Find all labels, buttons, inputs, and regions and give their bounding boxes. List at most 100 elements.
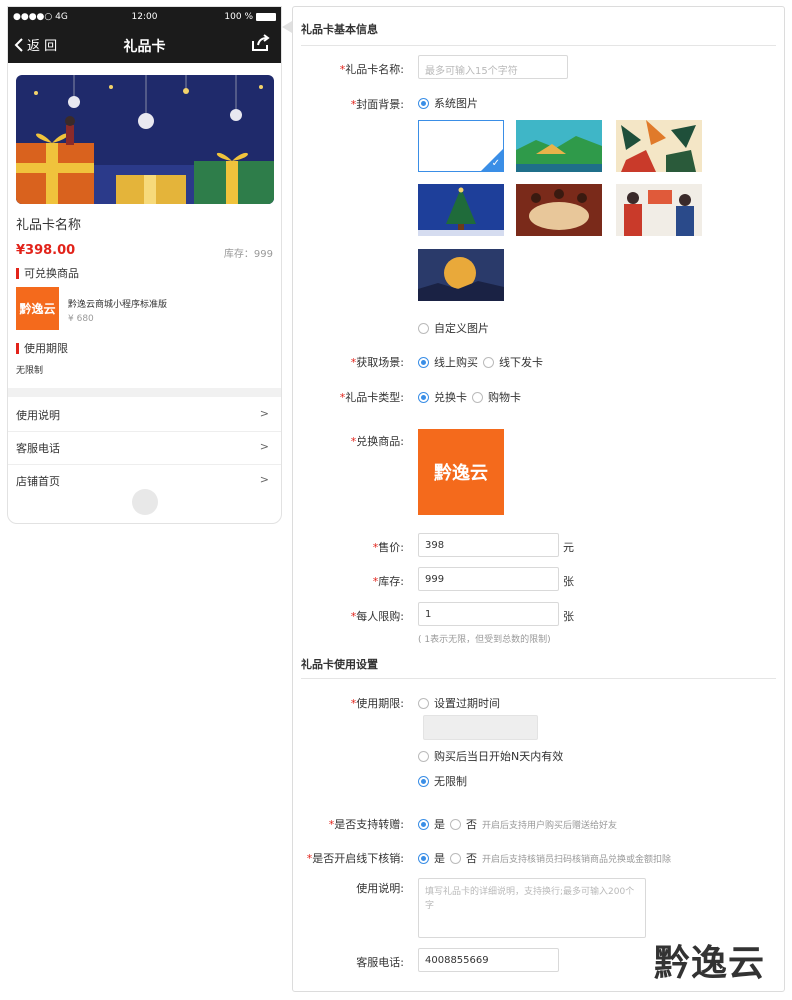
- scene-label: *获取场景:: [350, 356, 404, 369]
- radio-checked-icon[interactable]: [418, 818, 429, 830]
- cover-custom-option[interactable]: 自定义图片: [418, 320, 489, 336]
- row-service-phone[interactable]: 客服电话 >: [8, 432, 281, 465]
- offline-verify-no-label: 否: [466, 852, 477, 865]
- radio-checked-icon: [418, 97, 429, 109]
- limit-input[interactable]: 1: [418, 602, 559, 626]
- battery-label: 100 %: [224, 12, 253, 22]
- check-icon: ✓: [491, 158, 500, 169]
- exchange-section-title: 可兑换商品: [16, 268, 79, 279]
- limit-hint: ( 1表示无限，但受到总数的限制): [418, 635, 551, 645]
- cover-thumb-blank[interactable]: ✓: [418, 120, 504, 172]
- phone-preview: ●●●●○ 4G 12:00 100 % 返 回 礼品卡 礼品卡名称 ¥398.…: [7, 6, 282, 524]
- offline-verify-label: *是否开启线下核销:: [306, 852, 404, 865]
- radio-unchecked-icon[interactable]: [450, 818, 461, 830]
- radio-unchecked-icon: [418, 750, 429, 762]
- offline-verify-options: 是 否 开启后支持核销员扫码核销商品兑换或金额扣除: [418, 850, 671, 866]
- transfer-yes-label: 是: [434, 818, 445, 831]
- period-days-label: 购买后当日开始N天内有效: [434, 750, 564, 763]
- transfer-hint: 开启后支持用户购买后赠送给好友: [482, 820, 618, 831]
- type-shopping-label: 购物卡: [488, 391, 521, 404]
- gift-illustration: [16, 75, 274, 204]
- goods-name: 黔逸云商城小程序标准版: [68, 300, 168, 310]
- cover-custom-label: 自定义图片: [434, 322, 489, 335]
- radio-unchecked-icon[interactable]: [472, 391, 483, 403]
- row-label: 使用说明: [16, 409, 60, 422]
- radio-unchecked-icon[interactable]: [483, 356, 494, 368]
- period-unlimited-label: 无限制: [434, 775, 467, 788]
- radio-unchecked-icon: [418, 697, 429, 709]
- scene-options: 线上购买 线下发卡: [418, 354, 543, 370]
- usage-settings-title: 礼品卡使用设置: [301, 658, 378, 671]
- battery-indicator: 100 %: [224, 12, 276, 22]
- radio-checked-icon[interactable]: [418, 356, 429, 368]
- section-divider: [8, 388, 281, 397]
- panel-pointer-arrow: [282, 21, 292, 33]
- offline-verify-yes-label: 是: [434, 852, 445, 865]
- period-days-option[interactable]: 购买后当日开始N天内有效: [418, 748, 563, 764]
- cover-system-option[interactable]: 系统图片: [418, 95, 478, 111]
- nav-bar: 返 回 礼品卡: [8, 27, 281, 63]
- cover-thumb-christmas[interactable]: [418, 184, 504, 236]
- period-unlimited-option[interactable]: 无限制: [418, 773, 467, 789]
- description-label: 使用说明:: [356, 882, 404, 895]
- radio-checked-icon[interactable]: [418, 852, 429, 864]
- gift-card-form: 礼品卡基本信息 *礼品卡名称: 最多可输入15个字符 *封面背景: 系统图片 ✓…: [292, 6, 785, 992]
- share-button[interactable]: [251, 34, 271, 56]
- transfer-options: 是 否 开启后支持用户购买后赠送给好友: [418, 816, 617, 832]
- offline-verify-hint: 开启后支持核销员扫码核销商品兑换或金额扣除: [482, 854, 672, 865]
- radio-checked-icon[interactable]: [418, 391, 429, 403]
- nav-title: 礼品卡: [123, 39, 166, 55]
- card-name: 礼品卡名称: [16, 218, 82, 233]
- section-divider: [301, 678, 776, 679]
- price-label: *售价:: [372, 541, 404, 554]
- stock-input[interactable]: 999: [418, 567, 559, 591]
- cover-thumb-leaves[interactable]: [616, 120, 702, 172]
- radio-unchecked-icon: [418, 322, 429, 334]
- row-label: 店铺首页: [16, 475, 60, 488]
- period-label: *使用期限:: [350, 697, 404, 710]
- period-section-title: 使用期限: [16, 343, 68, 354]
- scene-offline-label: 线下发卡: [499, 356, 543, 369]
- section-divider: [301, 45, 776, 46]
- chevron-right-icon: >: [259, 440, 269, 453]
- period-expire-label: 设置过期时间: [434, 697, 500, 710]
- card-price: ¥398.00: [16, 243, 76, 258]
- goods-label: *兑换商品:: [350, 435, 404, 448]
- basic-info-title: 礼品卡基本信息: [301, 23, 378, 36]
- transfer-no-label: 否: [466, 818, 477, 831]
- cover-thumb-new-year[interactable]: [616, 184, 702, 236]
- battery-icon: [256, 13, 276, 21]
- price-input[interactable]: 398: [418, 533, 559, 557]
- period-expire-option[interactable]: 设置过期时间: [418, 695, 500, 711]
- stock-label: *库存:: [372, 575, 404, 588]
- row-usage-notes[interactable]: 使用说明 >: [8, 399, 281, 432]
- card-stock: 库存：999: [223, 249, 273, 260]
- limit-unit: 张: [563, 610, 574, 623]
- cover-label: *封面背景:: [350, 98, 404, 111]
- goods-logo-text: 黔逸云: [434, 463, 488, 484]
- home-button[interactable]: [132, 489, 158, 515]
- type-exchange-label: 兑换卡: [434, 391, 467, 404]
- row-label: 客服电话: [16, 442, 60, 455]
- share-icon: [252, 34, 270, 51]
- exchange-goods-image[interactable]: 黔逸云: [418, 429, 504, 515]
- transfer-label: *是否支持转赠:: [328, 818, 404, 831]
- service-phone-label: 客服电话:: [356, 956, 404, 969]
- scene-online-label: 线上购买: [434, 356, 478, 369]
- period-value: 无限制: [16, 366, 44, 376]
- cover-thumb-boat[interactable]: [516, 120, 602, 172]
- card-name-input[interactable]: 最多可输入15个字符: [418, 55, 568, 79]
- goods-price: ¥ 680: [68, 314, 94, 324]
- description-textarea[interactable]: 填写礼品卡的详细说明，支持换行;最多可输入200个字: [418, 878, 646, 938]
- name-label: *礼品卡名称:: [339, 63, 404, 76]
- brand-watermark: 黔逸云: [654, 943, 766, 984]
- chevron-right-icon: >: [259, 473, 269, 486]
- stock-unit: 张: [563, 575, 574, 588]
- radio-unchecked-icon[interactable]: [450, 852, 461, 864]
- cover-thumb-dinner[interactable]: [516, 184, 602, 236]
- cover-thumb-moon[interactable]: [418, 249, 504, 301]
- status-bar: ●●●●○ 4G 12:00 100 %: [8, 7, 281, 27]
- service-phone-input[interactable]: 4008855669: [418, 948, 559, 972]
- goods-logo: 黔逸云: [16, 287, 59, 330]
- radio-checked-icon: [418, 775, 429, 787]
